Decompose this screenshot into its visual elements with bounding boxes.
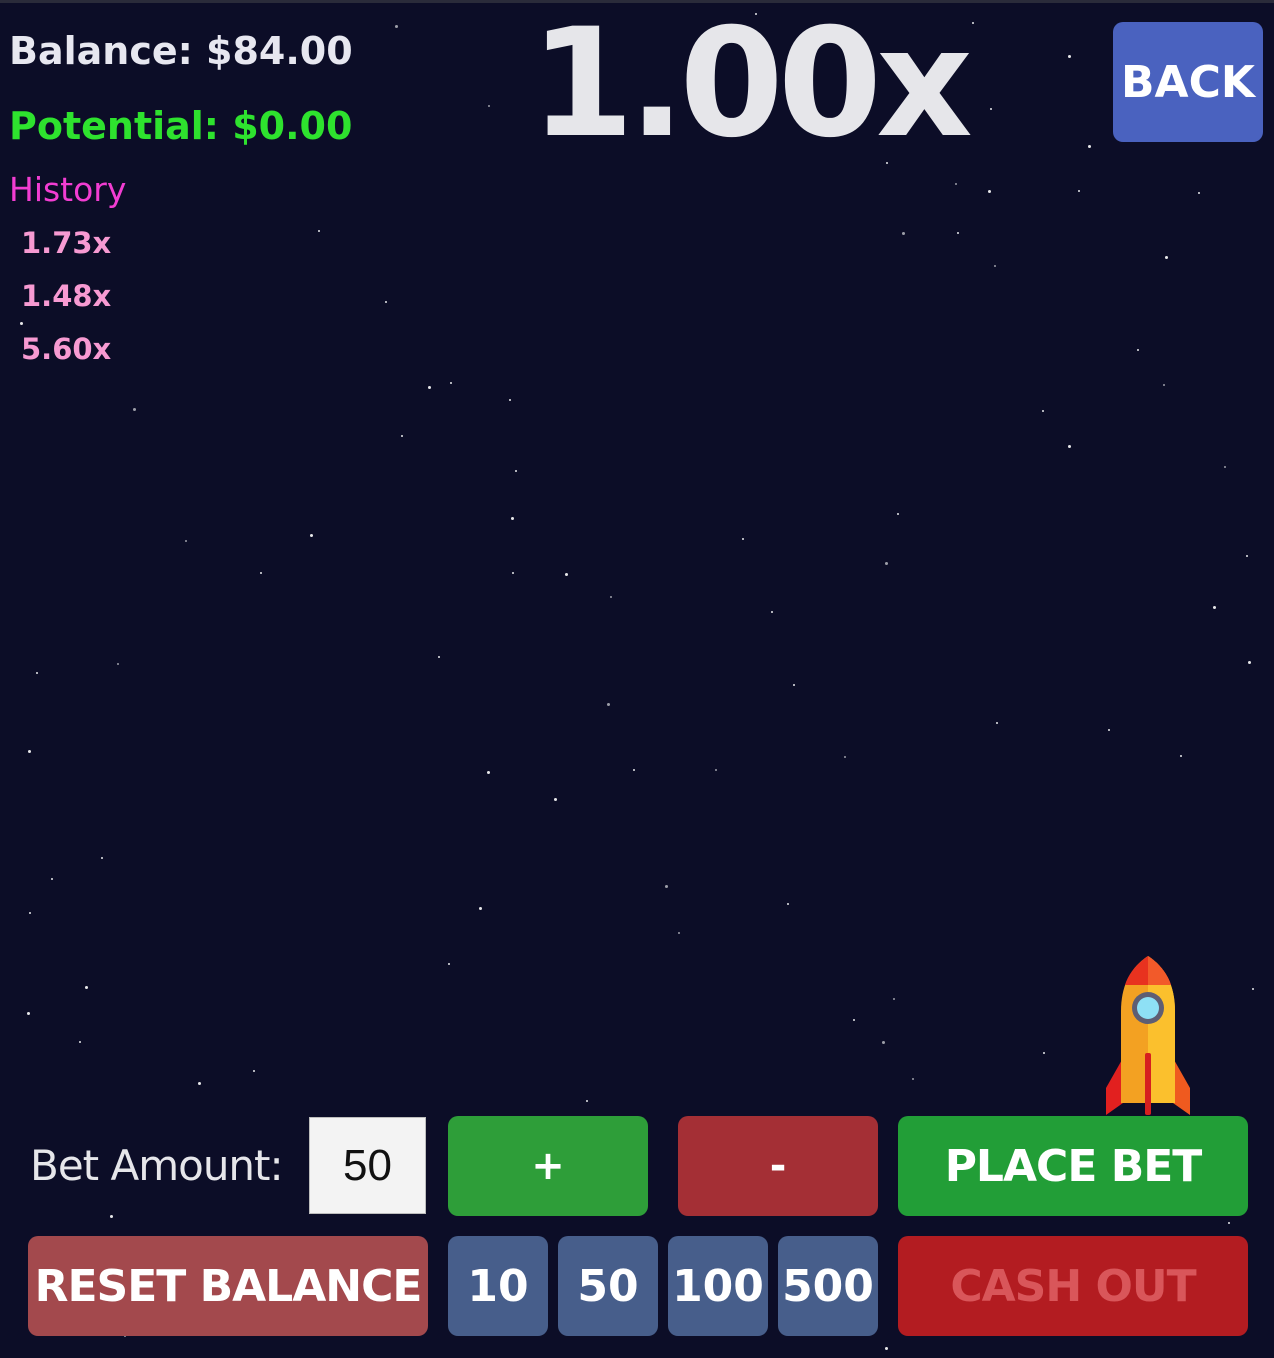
star <box>185 540 187 542</box>
chip-100-button[interactable]: 100 <box>668 1236 768 1336</box>
star <box>36 672 38 674</box>
star <box>117 663 119 665</box>
star <box>318 230 320 232</box>
star <box>1228 1222 1230 1224</box>
history-heading: History <box>9 170 127 209</box>
star <box>912 1078 914 1080</box>
star <box>27 1012 30 1015</box>
star <box>885 1347 888 1350</box>
star <box>1108 729 1110 731</box>
star <box>1068 55 1071 58</box>
star <box>401 435 403 437</box>
star <box>1180 755 1182 757</box>
star <box>787 903 789 905</box>
star <box>771 611 773 613</box>
star <box>511 517 514 520</box>
star <box>996 722 998 724</box>
star <box>893 998 895 1000</box>
rocket-icon <box>1106 956 1190 1115</box>
increase-bet-button[interactable]: + <box>448 1116 648 1216</box>
star <box>428 386 431 389</box>
star <box>1137 349 1139 351</box>
star <box>1198 192 1200 194</box>
star <box>1088 145 1091 148</box>
star <box>133 408 136 411</box>
star <box>512 572 514 574</box>
star <box>385 301 387 303</box>
star <box>260 572 262 574</box>
star <box>79 1041 81 1043</box>
star <box>1252 988 1254 990</box>
back-button[interactable]: BACK <box>1113 22 1263 142</box>
star <box>554 798 557 801</box>
star <box>1042 410 1044 412</box>
star <box>1068 445 1071 448</box>
star <box>665 885 668 888</box>
current-multiplier: 1.00x <box>530 0 973 171</box>
star <box>28 750 31 753</box>
potential-winnings-text: Potential: $0.00 <box>9 104 353 148</box>
place-bet-button[interactable]: PLACE BET <box>898 1116 1248 1216</box>
chip-500-button[interactable]: 500 <box>778 1236 878 1336</box>
history-item: 5.60x <box>21 332 112 366</box>
history-item: 1.73x <box>21 226 112 260</box>
star <box>882 1041 885 1044</box>
star <box>610 596 612 598</box>
star <box>1224 466 1226 468</box>
decrease-bet-button[interactable]: - <box>678 1116 878 1216</box>
star <box>955 183 957 185</box>
star <box>633 769 635 771</box>
star <box>988 190 991 193</box>
star <box>902 232 905 235</box>
star <box>1043 1052 1045 1054</box>
star <box>29 912 31 914</box>
chip-10-button[interactable]: 10 <box>448 1236 548 1336</box>
star <box>110 1215 113 1218</box>
star <box>310 534 313 537</box>
star <box>1163 384 1165 386</box>
balance-text: Balance: $84.00 <box>9 29 353 73</box>
star <box>715 769 717 771</box>
star <box>51 878 53 880</box>
bet-amount-label: Bet Amount: <box>30 1141 284 1190</box>
star <box>1213 606 1216 609</box>
star <box>85 986 88 989</box>
reset-balance-button[interactable]: RESET BALANCE <box>28 1236 428 1336</box>
star <box>844 756 846 758</box>
star <box>438 656 440 658</box>
star <box>853 1019 855 1021</box>
star <box>253 1070 255 1072</box>
star <box>793 684 795 686</box>
star <box>678 932 680 934</box>
star <box>450 382 452 384</box>
star <box>395 25 398 28</box>
star <box>972 22 974 24</box>
star <box>509 399 511 401</box>
star <box>742 538 744 540</box>
star <box>994 265 996 267</box>
star <box>957 232 959 234</box>
cash-out-button[interactable]: CASH OUT <box>898 1236 1248 1336</box>
star <box>586 1100 588 1102</box>
bet-amount-input[interactable]: 50 <box>309 1117 426 1214</box>
star <box>448 963 450 965</box>
star <box>488 105 490 107</box>
history-item: 1.48x <box>21 279 112 313</box>
star <box>607 703 610 706</box>
star <box>565 573 568 576</box>
star <box>479 907 482 910</box>
star <box>1078 190 1080 192</box>
star <box>198 1082 201 1085</box>
star <box>1246 555 1248 557</box>
star <box>487 771 490 774</box>
star <box>1165 256 1168 259</box>
star <box>885 562 888 565</box>
star <box>515 470 517 472</box>
star <box>897 513 899 515</box>
star <box>990 108 992 110</box>
star <box>1248 661 1251 664</box>
star <box>20 322 23 325</box>
chip-50-button[interactable]: 50 <box>558 1236 658 1336</box>
star <box>101 857 103 859</box>
